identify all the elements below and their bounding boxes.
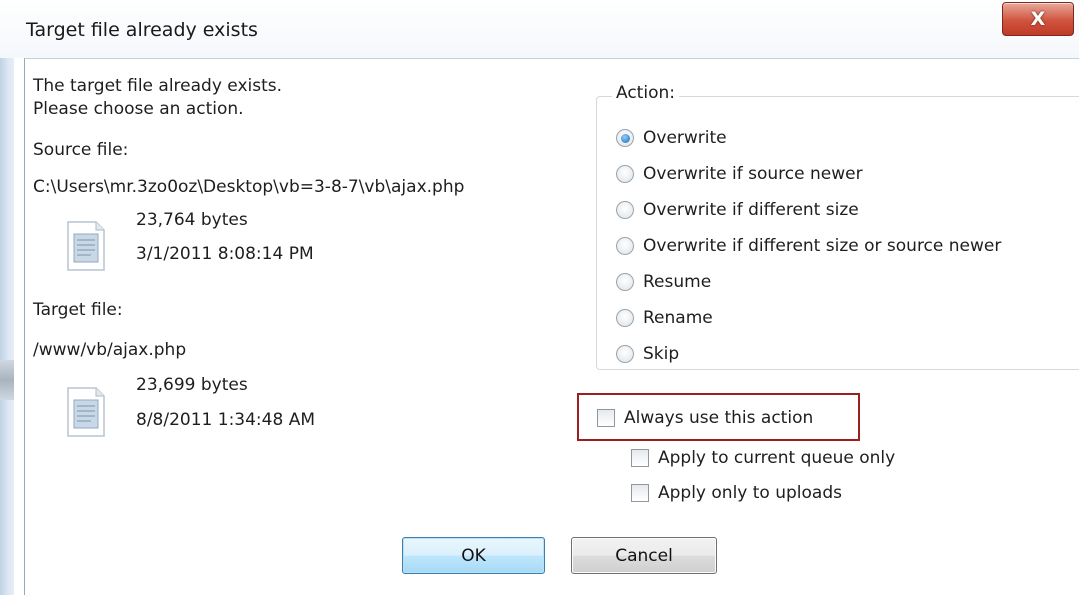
radio-resume[interactable]: Resume [616,270,711,294]
radio-overwrite-if-different-size-or-newer[interactable]: Overwrite if different size or source ne… [616,234,1001,258]
source-file-label: Source file: [33,140,129,160]
radio-label: Rename [643,308,713,328]
radio-skip[interactable]: Skip [616,342,679,366]
radio-button[interactable] [616,345,634,363]
radio-label: Overwrite if source newer [643,164,863,184]
checkbox[interactable] [631,484,649,502]
close-icon: X [1030,8,1046,30]
radio-label: Overwrite if different size or source ne… [643,236,1002,256]
radio-button-selected[interactable] [616,129,634,147]
radio-label: Resume [643,272,712,292]
window-title: Target file already exists [26,19,258,41]
checkbox-apply-uploads[interactable]: Apply only to uploads [631,481,842,505]
close-button[interactable]: X [1002,2,1074,36]
target-document-icon [67,387,105,437]
source-file-path: C:\Users\mr.3zo0oz\Desktop\vb=3-8-7\vb\a… [33,177,465,197]
ok-button[interactable]: OK [402,537,545,574]
radio-rename[interactable]: Rename [616,306,713,330]
checkbox-label: Apply only to uploads [658,483,842,503]
radio-label: Overwrite [643,128,727,148]
target-file-date: 8/8/2011 1:34:48 AM [136,410,315,430]
action-group-label: Action: [612,83,679,103]
checkbox[interactable] [597,409,615,427]
checkbox[interactable] [631,449,649,467]
radio-label: Skip [643,344,680,364]
radio-button[interactable] [616,273,634,291]
checkbox-label: Apply to current queue only [658,448,896,468]
checkbox-apply-current-queue[interactable]: Apply to current queue only [631,446,895,470]
window-frame-left [0,58,14,595]
window-frame-shade [0,360,14,400]
radio-button[interactable] [616,309,634,327]
title-bar: Target file already exists X [0,0,1079,58]
radio-button[interactable] [616,237,634,255]
target-file-size: 23,699 bytes [136,375,248,395]
message-line-1: The target file already exists. [33,76,283,96]
radio-overwrite-if-different-size[interactable]: Overwrite if different size [616,198,859,222]
cancel-button[interactable]: Cancel [571,537,717,574]
radio-button[interactable] [616,165,634,183]
message-line-2: Please choose an action. [33,99,244,119]
target-file-label: Target file: [33,300,123,320]
radio-overwrite-if-newer[interactable]: Overwrite if source newer [616,162,863,186]
radio-label: Overwrite if different size [643,200,859,220]
checkbox-always-use-action[interactable]: Always use this action [597,406,813,430]
source-file-size: 23,764 bytes [136,210,248,230]
radio-button[interactable] [616,201,634,219]
checkbox-label: Always use this action [624,408,814,428]
source-document-icon [67,221,105,271]
radio-overwrite[interactable]: Overwrite [616,126,727,150]
target-file-path: /www/vb/ajax.php [33,340,187,360]
source-file-date: 3/1/2011 8:08:14 PM [136,244,314,264]
